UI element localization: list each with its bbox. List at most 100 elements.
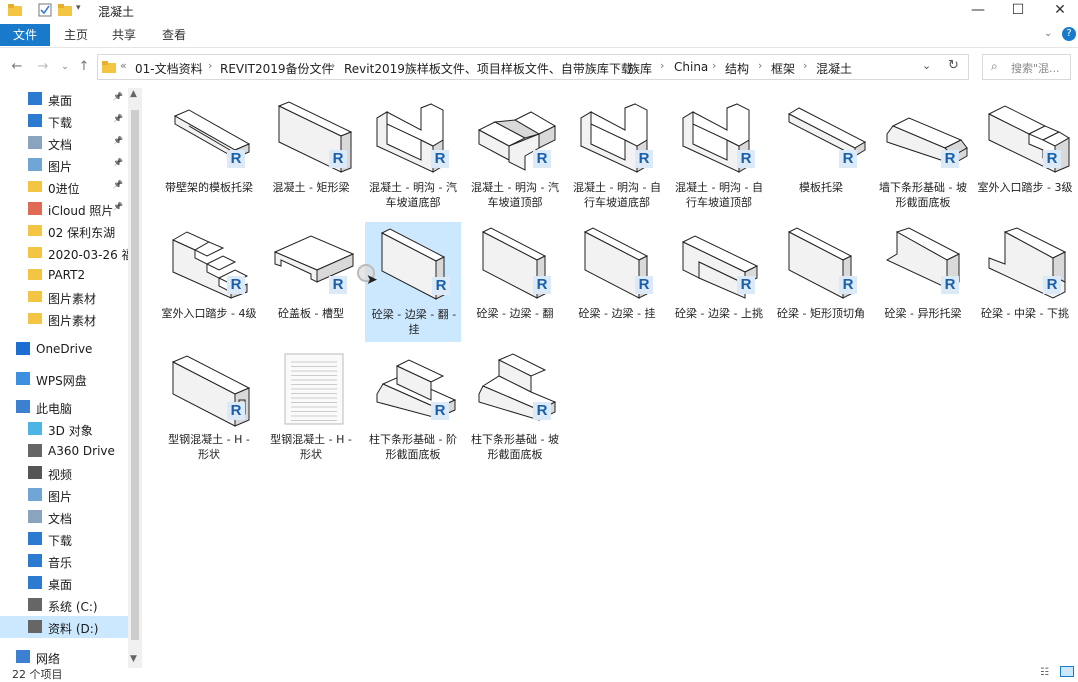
back-icon[interactable]: ← <box>8 58 26 76</box>
3d-icon <box>28 422 42 435</box>
file-name: 混凝土 - 明沟 - 汽车坡道底部 <box>369 181 457 209</box>
file-thumbnail <box>284 353 344 425</box>
search-placeholder: 搜索"混... <box>1011 62 1060 75</box>
close-button[interactable]: ✕ <box>1038 0 1078 22</box>
large-icons-view-icon[interactable] <box>1060 666 1074 677</box>
sidebar-item[interactable]: PART2 <box>0 264 128 286</box>
breadcrumb-07[interactable]: 框架 <box>771 60 795 77</box>
sidebar-item[interactable]: 文档 <box>0 506 128 528</box>
revit-family-icon: R <box>1043 150 1061 168</box>
sidebar-item[interactable]: 网络 <box>0 646 128 668</box>
file-item[interactable]: R 混凝土 - 明沟 - 汽车坡道底部 <box>365 96 461 216</box>
sidebar-item[interactable]: 2020-03-26 福 <box>0 242 128 264</box>
document-icon <box>28 136 42 149</box>
sidebar-item[interactable]: iCloud 照片 📌 <box>0 198 128 220</box>
file-item[interactable]: R 砼梁 - 异形托梁 <box>875 222 971 342</box>
file-item[interactable]: R 砼梁 - 矩形顶切角 <box>773 222 869 342</box>
sidebar-item[interactable]: 桌面 📌 <box>0 88 128 110</box>
file-item[interactable]: R 柱下条形基础 - 阶形截面底板 <box>365 348 461 468</box>
file-item[interactable]: R 墙下条形基础 - 坡形截面底板 <box>875 96 971 216</box>
file-item[interactable]: R 型钢混凝土 - H - 形状 <box>161 348 257 468</box>
pin-icon: 📌 <box>113 136 123 145</box>
sidebar-item[interactable]: WPS网盘 <box>0 368 128 390</box>
tab-home[interactable]: 主页 <box>64 24 88 46</box>
sidebar-item-label: 文档 <box>48 512 73 526</box>
breadcrumb-06[interactable]: 结构 <box>725 60 749 77</box>
file-item[interactable]: R 混凝土 - 明沟 - 汽车坡道顶部 <box>467 96 563 216</box>
sidebar-item[interactable]: 下载 📌 <box>0 110 128 132</box>
sidebar-item[interactable]: 资料 (D:) <box>0 616 128 638</box>
file-item[interactable]: 型钢混凝土 - H - 形状 <box>263 348 359 468</box>
expand-ribbon-icon[interactable]: ⌄ <box>1044 28 1052 39</box>
sidebar-item[interactable]: 视频 <box>0 462 128 484</box>
file-item[interactable]: R 砼梁 - 边梁 - 翻 - 挂 <box>365 222 461 342</box>
folder-icon <box>28 225 42 236</box>
scroll-up-icon[interactable]: ▲ <box>130 89 137 99</box>
file-item[interactable]: R 带壁架的模板托梁 <box>161 96 257 216</box>
navigation-pane: 桌面 📌 下载 📌 文档 📌 图片 📌 0进位 📌 iCloud 照片 📌 02 保利东湖 2020-03… <box>0 88 142 678</box>
file-item[interactable]: R 砼梁 - 边梁 - 挂 <box>569 222 665 342</box>
forward-icon[interactable]: → <box>34 58 52 76</box>
sidebar-item[interactable]: 3D 对象 <box>0 418 128 440</box>
overflow-chevron[interactable]: « <box>120 59 127 72</box>
sidebar-item[interactable]: 音乐 <box>0 550 128 572</box>
sidebar-item[interactable]: 此电脑 <box>0 396 128 418</box>
sidebar-item[interactable]: 桌面 <box>0 572 128 594</box>
file-name: 室外入口踏步 - 4级 <box>161 307 257 320</box>
folder-icon <box>28 291 42 302</box>
breadcrumb-separator: › <box>208 59 213 72</box>
tab-share[interactable]: 共享 <box>112 24 136 46</box>
file-item[interactable]: R 室外入口踏步 - 3级 <box>977 96 1073 216</box>
revit-family-icon: R <box>533 150 551 168</box>
file-item[interactable]: R 柱下条形基础 - 坡形截面底板 <box>467 348 563 468</box>
file-item[interactable]: R 混凝土 - 矩形梁 <box>263 96 359 216</box>
up-icon[interactable]: ↑ <box>75 58 93 76</box>
sidebar-item[interactable]: 图片 <box>0 484 128 506</box>
sidebar-item[interactable]: 文档 📌 <box>0 132 128 154</box>
file-item[interactable]: R 模板托梁 <box>773 96 869 216</box>
breadcrumb-02[interactable]: REVIT2019备份文件 <box>220 60 334 77</box>
revit-family-icon: R <box>329 276 347 294</box>
revit-family-icon: R <box>941 150 959 168</box>
search-input[interactable]: ⌕ 搜索"混... <box>982 54 1071 80</box>
tab-view[interactable]: 查看 <box>162 24 186 46</box>
details-view-icon[interactable]: ☷ <box>1040 667 1049 678</box>
file-item[interactable]: R 室外入口踏步 - 4级 <box>161 222 257 342</box>
customize-toolbar-icon[interactable]: ▾ <box>76 3 90 17</box>
breadcrumb-08[interactable]: 混凝土 <box>816 60 852 77</box>
minimize-button[interactable]: — <box>956 0 1000 22</box>
breadcrumb-04[interactable]: 族库 <box>628 60 652 77</box>
sidebar-scroll-thumb[interactable] <box>131 110 139 640</box>
file-item[interactable]: R 混凝土 - 明沟 - 自行车坡道顶部 <box>671 96 767 216</box>
sidebar-item[interactable]: 下载 <box>0 528 128 550</box>
address-dropdown-icon[interactable]: ⌄ <box>922 59 931 72</box>
address-bar[interactable]: « 01-文档资料 › REVIT2019备份文件 › Revit2019族样板… <box>97 54 969 80</box>
help-icon[interactable]: ? <box>1062 27 1076 41</box>
file-item[interactable]: R 砼梁 - 边梁 - 翻 <box>467 222 563 342</box>
sidebar-item-label: 图片素材 <box>48 314 97 328</box>
properties-icon[interactable] <box>38 3 52 17</box>
file-item[interactable]: R 砼梁 - 边梁 - 上挑 <box>671 222 767 342</box>
sidebar-item[interactable]: 02 保利东湖 <box>0 220 128 242</box>
sidebar-item[interactable]: 系统 (C:) <box>0 594 128 616</box>
tab-file[interactable]: 文件 <box>0 24 50 46</box>
scroll-down-icon[interactable]: ▼ <box>130 654 137 664</box>
refresh-icon[interactable]: ↻ <box>948 58 959 73</box>
maximize-button[interactable]: ☐ <box>996 0 1040 22</box>
file-item[interactable]: R 砼梁 - 中梁 - 下挑 <box>977 222 1073 342</box>
recent-locations-icon[interactable]: ⌄ <box>56 58 74 76</box>
sidebar-item[interactable]: 图片素材 <box>0 308 128 330</box>
sidebar-item[interactable]: A360 Drive <box>0 440 128 462</box>
sidebar-item[interactable]: 图片 📌 <box>0 154 128 176</box>
new-folder-icon[interactable] <box>58 3 72 17</box>
breadcrumb-03[interactable]: Revit2019族样板文件、项目样板文件、自带族库下载 <box>344 60 633 77</box>
breadcrumb-01[interactable]: 01-文档资料 <box>135 60 203 77</box>
file-item[interactable]: R 混凝土 - 明沟 - 自行车坡道底部 <box>569 96 665 216</box>
breadcrumb-05[interactable]: China <box>674 60 708 74</box>
sidebar-item[interactable]: 0进位 📌 <box>0 176 128 198</box>
sidebar-item[interactable]: OneDrive <box>0 338 128 360</box>
revit-family-icon: R <box>737 276 755 294</box>
sidebar-item[interactable]: 图片素材 <box>0 286 128 308</box>
sidebar-item-label: 音乐 <box>48 556 73 570</box>
file-item[interactable]: R 砼盖板 - 槽型 <box>263 222 359 342</box>
